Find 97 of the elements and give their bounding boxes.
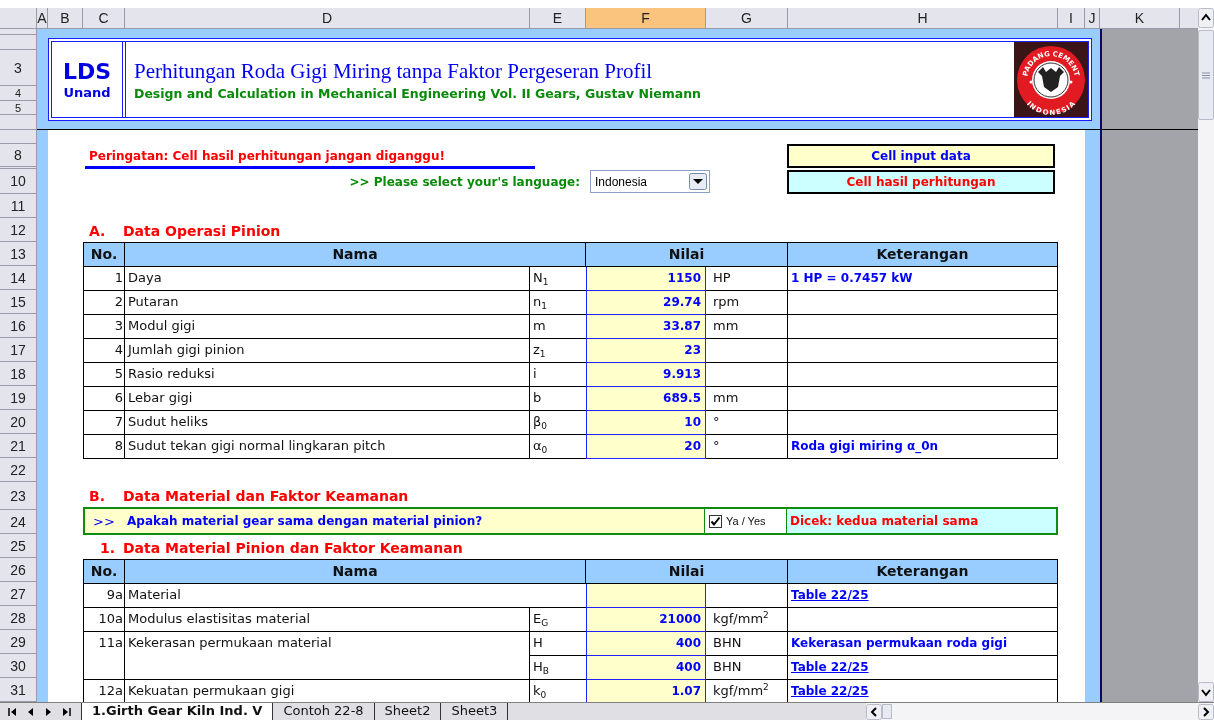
- table-cell: mm: [706, 387, 788, 411]
- table-cell: Lebar gigi: [125, 387, 530, 411]
- table-cell: 5: [84, 363, 125, 387]
- table-cell: 3: [84, 315, 125, 339]
- table-cell: °: [706, 411, 788, 435]
- result-cell: Dicek: kedua material sama: [787, 509, 1056, 533]
- logo-title: LDS: [62, 59, 112, 85]
- legend-label: Cell hasil perhitungan: [787, 170, 1055, 194]
- input-cell[interactable]: 400: [586, 656, 706, 680]
- column-header[interactable]: I: [1058, 8, 1085, 28]
- table-cell: °: [706, 435, 788, 459]
- table-cell: kgf/mm$^{2}$: [706, 608, 788, 632]
- table-cell: BHN: [706, 632, 788, 656]
- table-cell: Roda gigi miring α_0n: [788, 435, 1058, 459]
- input-cell[interactable]: 9.913: [586, 363, 706, 387]
- scroll-left-icon[interactable]: [866, 703, 882, 720]
- caret-icon[interactable]: [689, 173, 707, 190]
- scroll-right-icon[interactable]: [1198, 703, 1214, 720]
- section-number: B.: [88, 488, 106, 504]
- table-cell: rpm: [706, 291, 788, 315]
- table-cell: 9a: [84, 584, 125, 608]
- table-cell: 2: [84, 291, 125, 315]
- table-cell: Daya: [125, 267, 530, 291]
- table-link[interactable]: Table 22/25: [791, 660, 869, 674]
- question-text: Apakah material gear sama dengan material pinion?: [127, 514, 483, 528]
- section-title: Data Material Pinion dan Faktor Keamanan: [123, 540, 463, 556]
- table-link[interactable]: Table 22/25: [791, 588, 869, 602]
- scroll-up-icon[interactable]: [1198, 8, 1214, 28]
- table-cell: Sudut heliks: [125, 411, 530, 435]
- input-cell[interactable]: [586, 584, 706, 608]
- table-cell: Kekerasan permukaan material: [125, 632, 530, 680]
- input-cell[interactable]: 1150: [586, 267, 706, 291]
- section-title: Data Material dan Faktor Keamanan: [123, 488, 409, 504]
- column-header: Nama: [125, 243, 586, 267]
- column-header: No.: [84, 560, 125, 584]
- column-header: Keterangan: [788, 243, 1058, 267]
- table-cell: Jumlah gigi pinion: [125, 339, 530, 363]
- table-cell: 7: [84, 411, 125, 435]
- table-cell: 10a: [84, 608, 125, 632]
- sheet-tab[interactable]: 1.Girth Gear Kiln Ind. V: [81, 703, 274, 720]
- column-header: Nama: [125, 560, 586, 584]
- section-number: 1.: [98, 540, 116, 556]
- column-header[interactable]: G: [706, 8, 788, 28]
- column-header: No.: [84, 243, 125, 267]
- column-header: Keterangan: [788, 560, 1058, 584]
- grip-icon: [1202, 71, 1210, 79]
- input-cell[interactable]: 29.74: [586, 291, 706, 315]
- table-cell: Modul gigi: [125, 315, 530, 339]
- checkbox-label[interactable]: Ya / Yes: [726, 515, 766, 527]
- column-header[interactable]: H: [788, 8, 1058, 28]
- table-cell: Material: [125, 584, 586, 608]
- table-cell: Rasio reduksi: [125, 363, 530, 387]
- column-header[interactable]: A: [37, 8, 48, 28]
- sheet-subtitle: Design and Calculation in Mechanical Engineering Vol. II Gears, Gustav Niemann: [134, 86, 702, 101]
- column-header[interactable]: D: [125, 8, 530, 28]
- input-cell[interactable]: 10: [586, 411, 706, 435]
- table-cell: Sudut tekan gigi normal lingkaran pitch: [125, 435, 530, 459]
- checkbox[interactable]: [709, 514, 722, 528]
- column-header[interactable]: C: [83, 8, 125, 28]
- warning-text: Peringatan: Cell hasil perhitungan jangan diganggu!: [85, 144, 535, 169]
- table-cell: BHN: [706, 656, 788, 680]
- column-header[interactable]: F: [586, 8, 706, 28]
- input-cell[interactable]: 20: [586, 435, 706, 459]
- scroll-thumb[interactable]: [1198, 30, 1214, 120]
- input-cell[interactable]: 400: [586, 632, 706, 656]
- table-cell: 6: [84, 387, 125, 411]
- table-link[interactable]: Table 22/25: [791, 684, 869, 698]
- scroll-down-icon[interactable]: [1198, 682, 1214, 702]
- column-header[interactable]: J: [1085, 8, 1100, 28]
- section-title: Data Operasi Pinion: [123, 223, 281, 239]
- table-cell: mm: [706, 315, 788, 339]
- table-cell: 11a: [84, 632, 125, 680]
- prompt-marker: >>: [92, 513, 116, 529]
- table-cell: Kekerasan permukaan roda gigi: [788, 632, 1058, 656]
- language-label: >> Please select your's language:: [349, 174, 580, 189]
- table-cell: Modulus elastisitas material: [125, 608, 530, 632]
- table-cell: 4: [84, 339, 125, 363]
- vertical-scrollbar[interactable]: [1198, 8, 1214, 702]
- table-cell: 1: [84, 267, 125, 291]
- input-cell[interactable]: 1.07: [586, 680, 706, 702]
- table-cell: HP: [706, 267, 788, 291]
- table-cell: 1 HP = 0.7457 kW: [788, 267, 1058, 291]
- sheet-title: Perhitungan Roda Gigi Miring tanpa Faktor Pergeseran Profil: [134, 58, 654, 84]
- legend-label: Cell input data: [787, 144, 1055, 168]
- table-cell: 8: [84, 435, 125, 459]
- input-cell[interactable]: 23: [586, 339, 706, 363]
- language-dropdown[interactable]: Indonesia: [590, 170, 710, 193]
- scroll-thumb[interactable]: [882, 704, 892, 719]
- horizontal-scrollbar[interactable]: [866, 703, 1214, 720]
- input-cell[interactable]: 689.5: [586, 387, 706, 411]
- input-cell[interactable]: 21000: [586, 608, 706, 632]
- input-cell[interactable]: 33.87: [586, 315, 706, 339]
- logo-subtitle: Unand: [63, 85, 111, 100]
- column-header[interactable]: K: [1100, 8, 1180, 28]
- section-number: A.: [88, 223, 107, 239]
- column-header[interactable]: B: [48, 8, 83, 28]
- table-cell: Putaran: [125, 291, 530, 315]
